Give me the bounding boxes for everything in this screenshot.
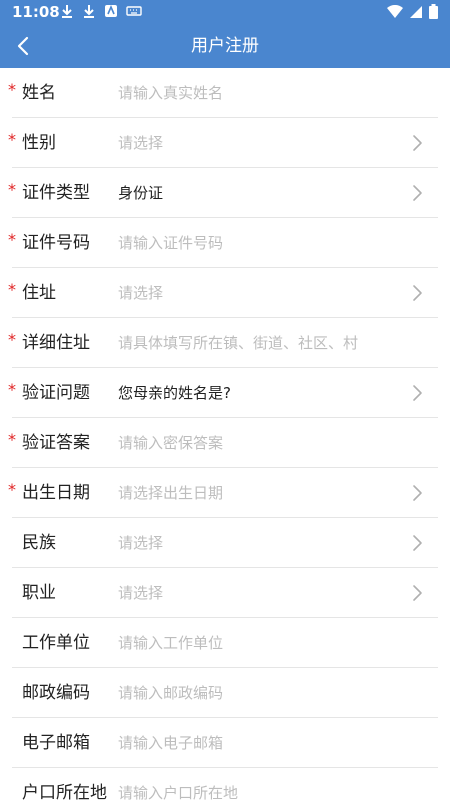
field-label: 民族: [22, 533, 56, 553]
input-row[interactable]: * 证件号码 请输入证件号码: [8, 218, 438, 268]
chevron-right-icon: [413, 285, 422, 301]
select-row[interactable]: 民族 请选择: [12, 518, 438, 568]
chevron-right-icon: [412, 484, 424, 502]
required-marker: *: [8, 80, 16, 99]
chevron-right-icon: [412, 184, 424, 202]
field-select-value[interactable]: 请选择: [118, 518, 163, 568]
download-icon: [84, 5, 94, 18]
input-row[interactable]: 工作单位 请输入工作单位: [12, 618, 438, 668]
page-title: 用户注册: [191, 36, 259, 56]
signal-icon: [410, 5, 422, 18]
select-row[interactable]: 职业 请选择: [12, 568, 438, 618]
field-select-value[interactable]: 请选择出生日期: [118, 468, 223, 518]
chevron-left-icon: [17, 36, 29, 56]
keyboard-icon: [126, 6, 142, 16]
field-label: 证件类型: [22, 183, 90, 203]
chevron-right-icon: [412, 384, 424, 402]
download-icon: [62, 5, 72, 18]
field-select-value[interactable]: 请选择: [118, 568, 163, 618]
status-time: 11:08: [12, 3, 60, 21]
field-input[interactable]: 请输入户口所在地: [118, 768, 238, 800]
field-input[interactable]: 请输入邮政编码: [118, 668, 223, 718]
app-bar: 用户注册: [0, 24, 450, 68]
select-row[interactable]: * 证件类型 身份证: [8, 168, 438, 218]
required-marker: *: [8, 180, 16, 199]
field-label: 职业: [22, 583, 56, 603]
input-row[interactable]: * 详细住址 请具体填写所在镇、街道、社区、村: [8, 318, 438, 368]
field-label: 证件号码: [22, 233, 90, 253]
field-input[interactable]: 请输入电子邮箱: [118, 718, 223, 768]
field-input[interactable]: 请具体填写所在镇、街道、社区、村: [118, 318, 358, 368]
field-label: 详细住址: [22, 333, 90, 353]
app-notification-icon: [105, 4, 117, 17]
field-label: 出生日期: [22, 483, 90, 503]
required-marker: *: [8, 480, 16, 499]
chevron-right-icon: [412, 534, 424, 552]
chevron-right-icon: [413, 535, 422, 551]
select-row[interactable]: * 出生日期 请选择出生日期: [8, 468, 438, 518]
field-select-value[interactable]: 您母亲的姓名是?: [118, 368, 231, 418]
field-label: 性别: [22, 133, 56, 153]
field-label: 工作单位: [22, 633, 90, 653]
chevron-right-icon: [413, 135, 422, 151]
field-select-value[interactable]: 身份证: [118, 168, 163, 218]
registration-form: * 姓名 请输入真实姓名 * 性别 请选择 * 证件类型 身份证 * 证件号码 请输入证件号码 * 住址请…: [0, 68, 450, 800]
required-marker: *: [8, 330, 16, 349]
select-row[interactable]: * 验证问题 您母亲的姓名是?: [8, 368, 438, 418]
field-label: 邮政编码: [22, 683, 90, 703]
notification-icons: [60, 4, 142, 18]
field-label: 验证答案: [22, 433, 90, 453]
input-row[interactable]: * 姓名 请输入真实姓名: [8, 68, 438, 118]
select-row[interactable]: * 住址 请选择: [8, 268, 438, 318]
battery-icon: [429, 4, 438, 19]
field-input[interactable]: 请输入密保答案: [118, 418, 223, 468]
chevron-right-icon: [413, 385, 422, 401]
chevron-right-icon: [412, 284, 424, 302]
chevron-right-icon: [412, 134, 424, 152]
back-button[interactable]: [8, 30, 40, 62]
chevron-right-icon: [413, 585, 422, 601]
field-input[interactable]: 请输入工作单位: [118, 618, 223, 668]
required-marker: *: [8, 380, 16, 399]
select-row[interactable]: * 性别 请选择: [8, 118, 438, 168]
system-icons: [387, 4, 438, 19]
input-row[interactable]: * 验证答案 请输入密保答案: [8, 418, 438, 468]
field-label: 姓名: [22, 83, 56, 103]
field-label: 电子邮箱: [22, 733, 90, 753]
required-marker: *: [8, 130, 16, 149]
status-bar: 11:08: [0, 0, 450, 24]
wifi-icon: [387, 4, 403, 18]
input-row[interactable]: 户口所在地 请输入户口所在地: [12, 768, 438, 800]
field-input[interactable]: 请输入证件号码: [118, 218, 223, 268]
input-row[interactable]: 邮政编码 请输入邮政编码: [12, 668, 438, 718]
chevron-right-icon: [413, 185, 422, 201]
field-input[interactable]: 请输入真实姓名: [118, 68, 223, 118]
required-marker: *: [8, 280, 16, 299]
field-select-value[interactable]: 请选择: [118, 118, 163, 168]
required-marker: *: [8, 430, 16, 449]
required-marker: *: [8, 230, 16, 249]
chevron-right-icon: [413, 485, 422, 501]
field-select-value[interactable]: 请选择: [118, 268, 163, 318]
chevron-right-icon: [412, 584, 424, 602]
field-label: 户口所在地: [22, 783, 107, 800]
field-label: 住址: [22, 283, 56, 303]
field-label: 验证问题: [22, 383, 90, 403]
input-row[interactable]: 电子邮箱 请输入电子邮箱: [12, 718, 438, 768]
